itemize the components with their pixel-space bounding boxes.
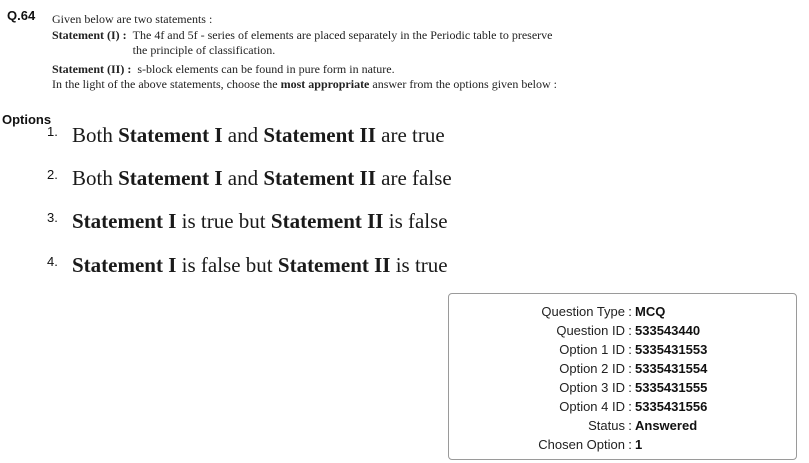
status-value: Answered bbox=[635, 418, 698, 433]
instruction-bold: most appropriate bbox=[280, 77, 370, 91]
separator: : bbox=[628, 304, 632, 319]
info-row-option-1-id: Option 1 ID : 5335431553 bbox=[449, 340, 796, 359]
info-row-option-3-id: Option 3 ID : 5335431555 bbox=[449, 378, 796, 397]
option-1-number: 1. bbox=[47, 124, 58, 139]
option-2[interactable]: 2. Both Statement I and Statement II are… bbox=[47, 166, 452, 191]
question-info-table: Question Type : MCQ Question ID : 533543… bbox=[449, 302, 796, 454]
question-number: Q.64 bbox=[7, 8, 36, 23]
separator: : bbox=[628, 380, 632, 395]
option-4-text: Statement I is false but Statement II is… bbox=[72, 253, 448, 277]
instruction-pre: In the light of the above statements, ch… bbox=[52, 77, 281, 91]
info-row-question-type: Question Type : MCQ bbox=[449, 302, 796, 321]
option-1-id-label: Option 1 ID bbox=[559, 342, 625, 357]
option-3-text: Statement I is true but Statement II is … bbox=[72, 209, 448, 233]
option-3-number: 3. bbox=[47, 210, 58, 225]
status-label: Status bbox=[588, 418, 625, 433]
question-type-value: MCQ bbox=[635, 304, 666, 319]
statement-2-label: Statement (II) : bbox=[52, 62, 132, 76]
info-row-status: Status : Answered bbox=[449, 416, 796, 435]
question-type-label: Question Type bbox=[541, 304, 625, 319]
option-2-number: 2. bbox=[47, 167, 58, 182]
option-1-text: Both Statement I and Statement II are tr… bbox=[72, 123, 445, 147]
info-row-question-id: Question ID : 533543440 bbox=[449, 321, 796, 340]
option-2-text: Both Statement I and Statement II are fa… bbox=[72, 166, 452, 190]
info-row-option-2-id: Option 2 ID : 5335431554 bbox=[449, 359, 796, 378]
statement-2: Statement (II) : s-block elements can be… bbox=[52, 62, 567, 77]
chosen-option-label: Chosen Option bbox=[538, 437, 625, 452]
option-1[interactable]: 1. Both Statement I and Statement II are… bbox=[47, 123, 445, 148]
option-1-id-value: 5335431553 bbox=[635, 342, 708, 357]
instruction-post: answer from the options given below : bbox=[369, 77, 558, 91]
option-4-number: 4. bbox=[47, 254, 58, 269]
question-id-value: 533543440 bbox=[635, 323, 701, 338]
info-row-option-4-id: Option 4 ID : 5335431556 bbox=[449, 397, 796, 416]
option-2-id-label: Option 2 ID bbox=[559, 361, 625, 376]
option-4-id-label: Option 4 ID bbox=[559, 399, 625, 414]
option-2-id-value: 5335431554 bbox=[635, 361, 708, 376]
option-3-id-label: Option 3 ID bbox=[559, 380, 625, 395]
statement-2-text: s-block elements can be found in pure fo… bbox=[137, 62, 395, 76]
statement-1: Statement (I) : The 4f and 5f - series o… bbox=[52, 28, 567, 58]
chosen-option-value: 1 bbox=[635, 437, 643, 452]
separator: : bbox=[628, 418, 632, 433]
separator: : bbox=[628, 399, 632, 414]
question-instruction: In the light of the above statements, ch… bbox=[52, 77, 567, 92]
option-4[interactable]: 4. Statement I is false but Statement II… bbox=[47, 253, 448, 278]
separator: : bbox=[628, 437, 632, 452]
separator: : bbox=[628, 342, 632, 357]
statement-1-label: Statement (I) : bbox=[52, 28, 127, 42]
separator: : bbox=[628, 361, 632, 376]
info-row-chosen-option: Chosen Option : 1 bbox=[449, 435, 796, 454]
option-3[interactable]: 3. Statement I is true but Statement II … bbox=[47, 209, 448, 234]
question-body: Given below are two statements : Stateme… bbox=[52, 12, 567, 92]
separator: : bbox=[628, 323, 632, 338]
statement-1-text: The 4f and 5f - series of elements are p… bbox=[132, 28, 553, 57]
question-info-panel: Question Type : MCQ Question ID : 533543… bbox=[448, 293, 797, 460]
question-intro: Given below are two statements : bbox=[52, 12, 213, 26]
option-3-id-value: 5335431555 bbox=[635, 380, 708, 395]
question-id-label: Question ID bbox=[556, 323, 625, 338]
options-label: Options bbox=[2, 112, 52, 127]
option-4-id-value: 5335431556 bbox=[635, 399, 708, 414]
